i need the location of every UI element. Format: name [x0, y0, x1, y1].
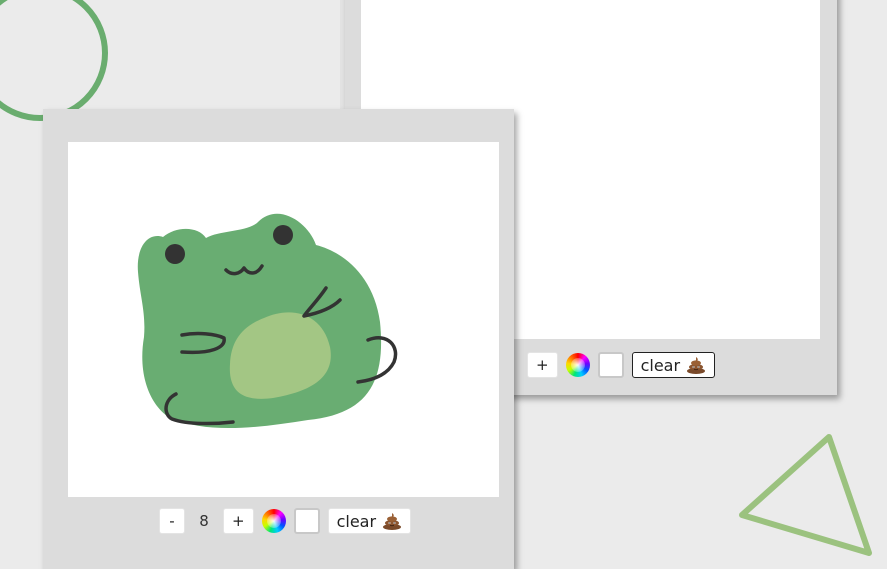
- color-swatch[interactable]: [293, 508, 320, 534]
- clear-label: clear: [336, 511, 377, 531]
- decorative-triangle: [739, 434, 872, 556]
- drawing-canvas-front[interactable]: [68, 142, 499, 497]
- frog-eye-right: [273, 225, 293, 245]
- brush-size-increase-button[interactable]: +: [223, 508, 254, 534]
- poop-icon: [383, 513, 402, 530]
- toolbar-back: + clear: [527, 352, 716, 378]
- color-wheel-icon[interactable]: [261, 509, 286, 533]
- frog-eye-left: [165, 244, 185, 264]
- toolbar-front: - 8 + clear: [159, 508, 412, 534]
- brush-size-value: 8: [199, 512, 209, 530]
- clear-button[interactable]: clear: [327, 508, 412, 534]
- color-swatch[interactable]: [597, 352, 624, 378]
- color-wheel-icon[interactable]: [565, 353, 590, 377]
- clear-button[interactable]: clear: [631, 352, 716, 378]
- poop-icon: [687, 357, 706, 374]
- brush-size-increase-button[interactable]: +: [527, 352, 558, 378]
- clear-label: clear: [640, 355, 681, 375]
- brush-size-decrease-button[interactable]: -: [159, 508, 185, 534]
- decorative-circle: [0, 0, 108, 121]
- frog-drawing: [137, 213, 398, 429]
- drawing-panel-front: - 8 + clear: [43, 109, 514, 569]
